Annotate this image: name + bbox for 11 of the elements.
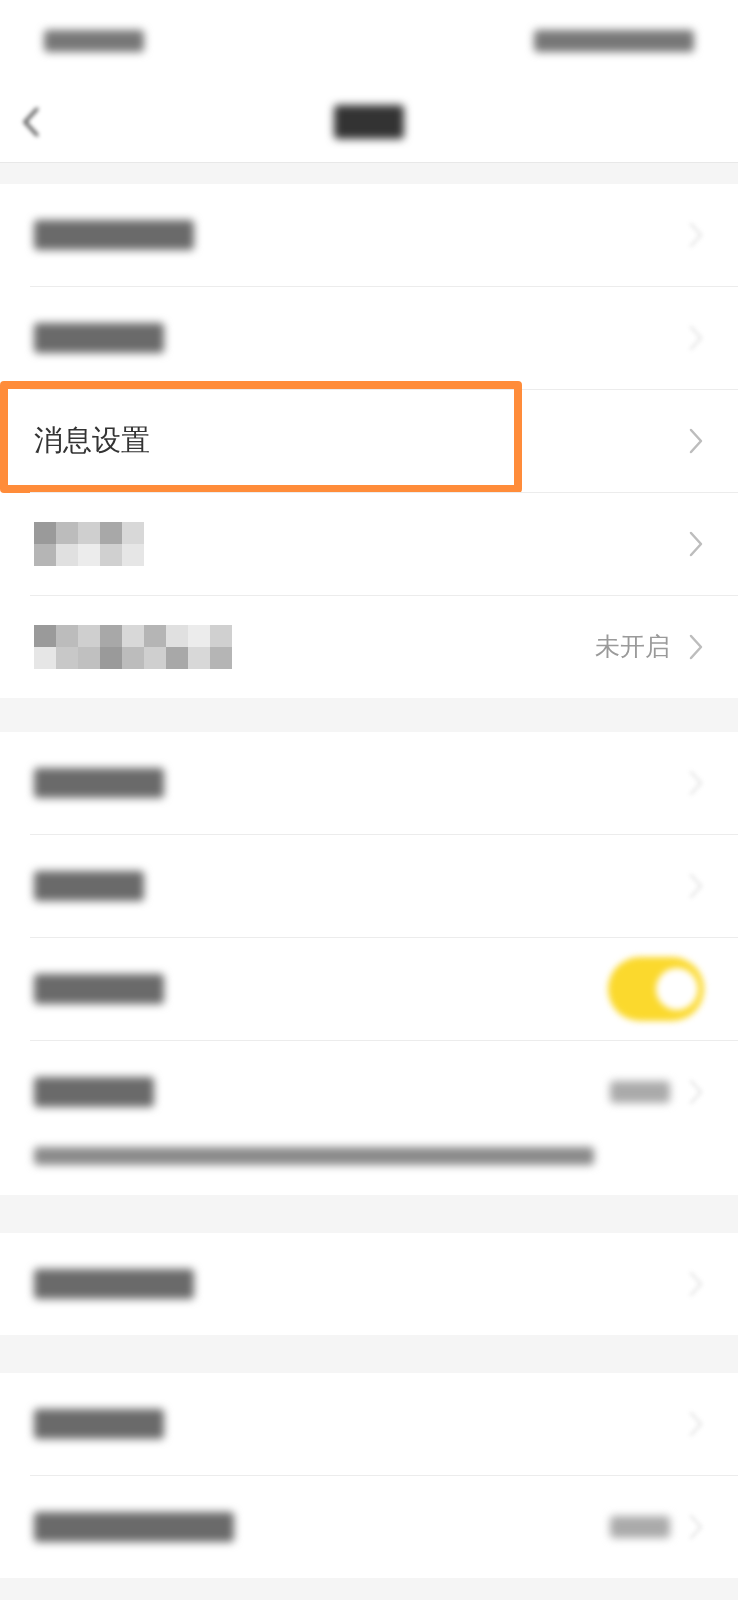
toggle-switch[interactable] — [608, 957, 704, 1021]
row-label: 消息设置 — [34, 422, 150, 460]
blurred-text — [334, 105, 404, 139]
chevron-right-icon — [688, 427, 704, 455]
chevron-right-icon — [688, 530, 704, 558]
row-value: 未开启 — [595, 631, 670, 664]
blurred-text — [610, 1516, 670, 1538]
settings-row[interactable]: 消息设置 — [0, 390, 738, 492]
chevron-right-icon — [688, 633, 704, 661]
back-icon[interactable] — [22, 106, 40, 138]
blurred-text — [610, 1081, 670, 1103]
